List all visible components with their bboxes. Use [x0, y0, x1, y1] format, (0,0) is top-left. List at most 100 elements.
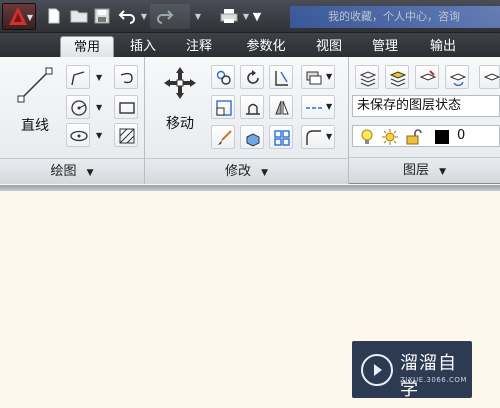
move-label: 移动: [166, 116, 194, 132]
array-button[interactable]: [269, 125, 293, 149]
layer-match-button[interactable]: [415, 65, 439, 89]
fillet-icon: [246, 103, 260, 115]
layers-panel-footer[interactable]: 图层 ▼: [349, 157, 500, 183]
ribbon-tabs: 常用 插入 注释 参数化 视图 管理 输出: [0, 33, 500, 57]
stretch-icon: [216, 100, 232, 116]
line-button[interactable]: 直线: [10, 63, 60, 134]
arc-icon: [120, 72, 133, 84]
layer-brush-icon: [419, 70, 437, 81]
move-button[interactable]: 移动: [157, 65, 203, 135]
layers-stack-icon: [389, 71, 407, 87]
solid-icon: [246, 133, 260, 147]
ellipse-button[interactable]: [66, 123, 90, 147]
layer-previous-button[interactable]: [445, 65, 469, 89]
modify-panel-title: 修改: [224, 164, 251, 179]
lightbulb-icon[interactable]: [359, 128, 375, 146]
chevron-down-icon: ▼: [26, 13, 33, 22]
tab-home[interactable]: 常用: [60, 36, 114, 57]
chamfer-icon: [306, 130, 321, 145]
layer-states-button[interactable]: ▼: [301, 65, 335, 89]
linetype-button[interactable]: ▼: [301, 95, 335, 119]
customize-quick-access-icon[interactable]: ▼: [252, 4, 262, 29]
layer-properties-icon: [359, 71, 377, 87]
watermark-url: ZIXUE.3066.COM: [400, 376, 467, 384]
sun-icon[interactable]: [381, 128, 399, 146]
hatch-button[interactable]: [114, 123, 138, 147]
draw-panel: 直线 ▼ ▼ ▼ 绘图 ▼: [0, 57, 145, 184]
stretch-button[interactable]: [211, 95, 235, 119]
layer-color-swatch[interactable]: [435, 130, 449, 144]
chevron-down-icon: ▼: [326, 102, 333, 111]
layer-dropdown[interactable]: 0: [352, 125, 500, 147]
tab-view[interactable]: 视图: [306, 36, 352, 57]
new-file-icon: [48, 8, 60, 24]
chevron-down-icon[interactable]: ▼: [96, 73, 102, 82]
play-logo-icon: [361, 354, 393, 386]
unlock-icon[interactable]: [405, 129, 423, 145]
plot-button[interactable]: [216, 4, 240, 29]
circle-button[interactable]: [66, 95, 90, 119]
rotate-button[interactable]: [240, 65, 264, 89]
chevron-down-icon: ▼: [326, 132, 333, 141]
layer-properties-button[interactable]: [355, 65, 379, 89]
layer-more-button[interactable]: [479, 65, 500, 89]
array-icon: [274, 130, 290, 146]
new-file-button[interactable]: [42, 4, 66, 29]
chevron-down-icon: ▼: [439, 167, 447, 177]
plot-dropdown[interactable]: ▼: [241, 4, 251, 29]
chevron-down-icon: ▼: [326, 72, 333, 81]
redo-icon: [157, 10, 174, 24]
line-icon: [17, 67, 53, 103]
drawing-area-border: [0, 185, 500, 191]
printer-icon: [220, 9, 238, 23]
trim-icon: [275, 71, 288, 86]
ellipse-icon: [70, 130, 88, 142]
circle-icon: [71, 100, 87, 116]
undo-dropdown[interactable]: ▼: [139, 4, 149, 29]
watermark-title: 溜溜自学: [400, 353, 457, 400]
chevron-down-icon[interactable]: ▼: [96, 131, 102, 140]
chevron-down-icon: ▼: [261, 168, 269, 178]
redo-button[interactable]: [150, 4, 190, 29]
tab-annotate[interactable]: 注释: [174, 36, 224, 57]
tab-insert[interactable]: 插入: [118, 36, 168, 57]
dashed-line-icon: [306, 107, 322, 109]
move-icon: [164, 67, 196, 99]
copy-button[interactable]: [211, 65, 235, 89]
stack-icon: [306, 71, 322, 85]
application-menu-button[interactable]: ▼: [2, 3, 36, 30]
redo-dropdown[interactable]: ▼: [193, 4, 203, 29]
brush-icon: [218, 130, 232, 145]
line-label: 直线: [21, 118, 49, 134]
draw-panel-footer[interactable]: 绘图 ▼: [0, 158, 144, 184]
layer-state-dropdown[interactable]: 未保存的图层状态: [352, 95, 500, 117]
watermark: 溜溜自学 ZIXUE.3066.COM: [352, 341, 472, 400]
chevron-down-icon[interactable]: ▼: [96, 103, 102, 112]
modify-panel-footer[interactable]: 修改 ▼: [145, 158, 348, 184]
tab-manage[interactable]: 管理: [360, 36, 410, 57]
arc-button[interactable]: [114, 65, 138, 89]
save-icon: [94, 8, 110, 24]
modify-panel: 移动 ▼ ▼ ▼ 修改 ▼: [145, 57, 349, 184]
window-title: 我的收藏，个人中心，咨询: [290, 6, 500, 28]
save-button[interactable]: [90, 4, 114, 29]
autocad-logo-icon: [9, 7, 27, 25]
solid-button[interactable]: [240, 125, 264, 149]
erase-button[interactable]: [211, 125, 235, 149]
mirror-button[interactable]: [269, 95, 293, 119]
tab-output[interactable]: 输出: [418, 36, 468, 57]
open-file-button[interactable]: [66, 4, 90, 29]
copy-icon: [216, 70, 231, 85]
tab-parametric[interactable]: 参数化: [232, 36, 300, 57]
polyline-icon: [71, 71, 85, 86]
fillet-button[interactable]: [240, 95, 264, 119]
layer-isolate-button[interactable]: [385, 65, 409, 89]
trim-button[interactable]: [269, 65, 293, 89]
folder-icon: [70, 10, 88, 23]
polyline-button[interactable]: [66, 65, 90, 89]
layers-panel-title: 图层: [402, 163, 429, 178]
undo-button[interactable]: [114, 4, 138, 29]
rectangle-button[interactable]: [114, 95, 138, 119]
chamfer-button[interactable]: ▼: [301, 125, 335, 149]
rectangle-icon: [119, 102, 135, 114]
